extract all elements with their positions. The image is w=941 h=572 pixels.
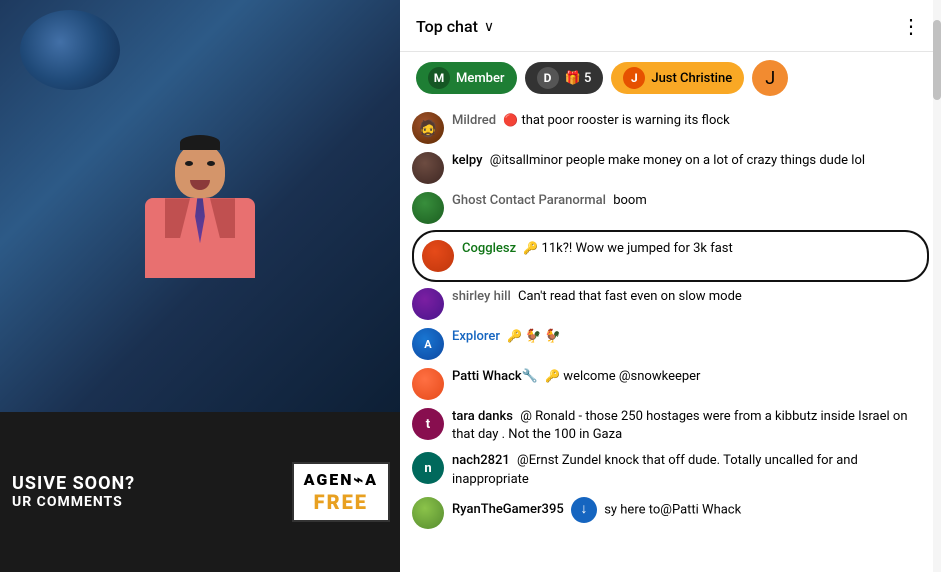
avatar: t [412,408,444,440]
avatar [412,497,444,529]
just-christine-avatar: J [623,67,645,89]
message-text: 11k?! Wow we jumped for 3k fast [542,241,733,256]
d-chip-label: 🎁 5 [565,71,592,86]
scrollbar-thumb[interactable] [933,20,941,100]
message-row: Patti Whack🔧 🔑 welcome @snowkeeper [400,364,941,404]
message-content: nach2821 @Ernst Zundel knock that off du… [452,452,929,488]
presenter-head [175,143,225,198]
agenda-free-badge: AGEN⌁A FREE [292,462,390,521]
member-badge: 🔑 [507,329,522,343]
avatar [412,152,444,184]
message-content: kelpy @itsallminor people make money on … [452,152,929,170]
chevron-down-icon: ∨ [484,19,494,35]
member-badge: 🔑 [545,369,560,383]
message-content: Ghost Contact Paranormal boom [452,192,929,210]
bottom-text: USIVE SOON? UR COMMENTS [0,465,292,518]
agenda-word: AGEN⌁A [304,470,378,489]
message-content: tara danks @ Ronald - those 250 hostages… [452,408,929,444]
avatar [412,368,444,400]
author-name: RyanTheGamer395 [452,502,564,517]
download-arrow-icon[interactable]: ↓ [571,497,597,523]
d-chip[interactable]: D 🎁 5 [525,62,604,94]
author-name: Patti Whack🔧 [452,369,538,384]
author-name: Mildred [452,113,496,128]
member-chip[interactable]: M Member [416,62,517,94]
chat-header: Top chat ∨ ⋮ [400,0,941,52]
globe-background [20,10,120,90]
avatar: n [412,452,444,484]
message-text: @ Ronald - those 250 hostages were from … [452,409,908,442]
message-text: 🐓 🐓 [525,329,561,344]
avatar [422,240,454,272]
avatar [412,192,444,224]
member-chip-avatar: M [428,67,450,89]
message-text: Can't read that fast even on slow mode [518,289,742,304]
message-content: Explorer 🔑 🐓 🐓 [452,328,929,346]
free-word: FREE [304,490,378,514]
chat-panel: Top chat ∨ ⋮ M Member D 🎁 5 J Just Chris… [400,0,941,572]
message-row: t tara danks @ Ronald - those 250 hostag… [400,404,941,448]
message-text: welcome @snowkeeper [563,369,700,384]
message-content: Mildred 🔴 that poor rooster is warning i… [452,112,929,130]
just-christine-chip[interactable]: J Just Christine [611,62,744,94]
message-text: sy here to@Patti Whack [604,502,741,517]
message-row: kelpy @itsallminor people make money on … [400,148,941,188]
exclusive-text: USIVE SOON? [12,473,280,494]
author-name: Cogglesz [462,241,516,256]
chat-messages: 🧔 Mildred 🔴 that poor rooster is warning… [400,104,941,572]
author-name: shirley hill [452,289,511,304]
presenter [145,143,255,268]
video-bottom-overlay: USIVE SOON? UR COMMENTS AGEN⌁A FREE [0,412,400,572]
avatar [412,288,444,320]
author-name: Ghost Contact Paranormal [452,193,606,208]
just-christine-label: Just Christine [651,71,732,86]
message-text: @itsallminor people make money on a lot … [490,153,865,168]
message-row: RyanTheGamer395 ↓ sy here to@Patti Whack [400,493,941,533]
message-row: shirley hill Can't read that fast even o… [400,284,941,324]
message-content: Patti Whack🔧 🔑 welcome @snowkeeper [452,368,929,386]
member-badge: 🔑 [523,241,538,255]
message-content: RyanTheGamer395 ↓ sy here to@Patti Whack [452,497,929,523]
chat-title-area[interactable]: Top chat ∨ [416,17,494,36]
scrollbar[interactable] [933,0,941,572]
highlighted-message: Cogglesz 🔑 11k?! Wow we jumped for 3k fa… [412,230,929,282]
video-content: USIVE SOON? UR COMMENTS AGEN⌁A FREE [0,0,400,572]
message-text: boom [613,193,647,208]
message-row: A Explorer 🔑 🐓 🐓 [400,324,941,364]
message-content: Cogglesz 🔑 11k?! Wow we jumped for 3k fa… [462,240,919,258]
avatar: A [412,328,444,360]
member-chips-row: M Member D 🎁 5 J Just Christine J [400,52,941,104]
message-text: @Ernst Zundel knock that off dude. Total… [452,453,858,486]
video-panel: USIVE SOON? UR COMMENTS AGEN⌁A FREE [0,0,400,572]
video-frame [0,0,400,412]
member-chip-label: Member [456,71,505,86]
author-name: kelpy [452,153,483,168]
message-row: n nach2821 @Ernst Zundel knock that off … [400,448,941,492]
j-chip[interactable]: J [752,60,788,96]
j-chip-icon: J [765,68,775,89]
message-content: shirley hill Can't read that fast even o… [452,288,929,306]
message-row: Cogglesz 🔑 11k?! Wow we jumped for 3k fa… [422,236,919,276]
author-name: tara danks [452,409,513,424]
message-row: 🧔 Mildred 🔴 that poor rooster is warning… [400,108,941,148]
message-row: Ghost Contact Paranormal boom [400,188,941,228]
message-text: that poor rooster is warning its flock [522,113,730,128]
avatar: 🧔 [412,112,444,144]
author-name: nach2821 [452,453,510,468]
chat-title: Top chat [416,17,478,36]
d-chip-avatar: D [537,67,559,89]
author-name: Explorer [452,329,500,344]
comments-text: UR COMMENTS [12,494,280,510]
more-options-button[interactable]: ⋮ [897,10,925,43]
